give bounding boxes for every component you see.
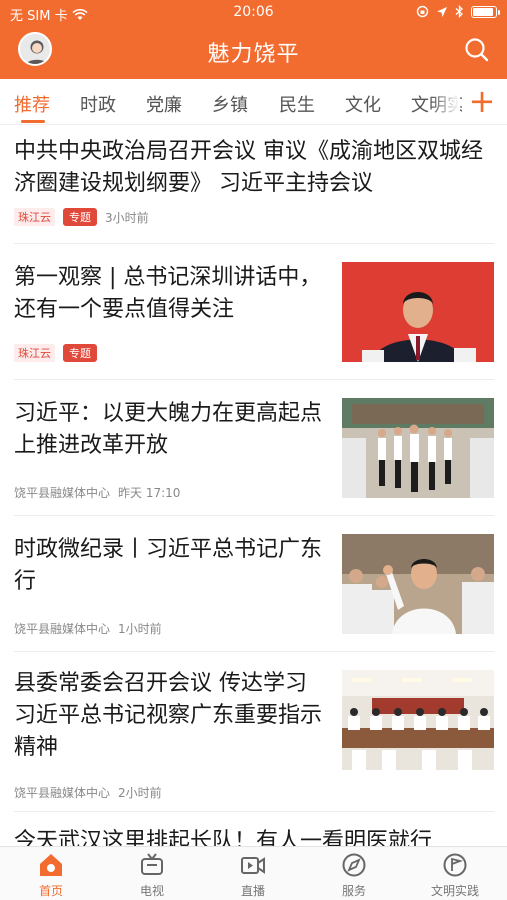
news-thumbnail (342, 534, 494, 634)
status-bar: 无 SIM 卡 20:06 (0, 0, 507, 26)
battery-icon (471, 5, 500, 18)
news-item[interactable]: 时政微纪录丨习近平总书记广东行 饶平县融媒体中心 1小时前 (14, 516, 494, 652)
news-title: 第一观察 | 总书记深圳讲话中，还有一个要点值得关注 (14, 265, 322, 322)
location-icon (437, 6, 447, 17)
special-badge: 专题 (63, 208, 97, 226)
tab-tv[interactable]: 电视 (112, 851, 192, 899)
search-icon (465, 38, 489, 62)
status-icons (416, 5, 500, 18)
tab-service-label: 服务 (341, 884, 366, 898)
home-icon (40, 854, 62, 876)
source-tag: 珠江云 (14, 208, 55, 226)
news-title: 中共中央政治局召开会议 审议《成渝地区双城经济圈建设规划纲要》 习近平主持会议 (14, 139, 483, 196)
news-meta: 饶平县融媒体中心 2小时前 (14, 784, 162, 801)
flag-icon (443, 853, 467, 877)
news-meta: 珠江云 专题 3小时前 (14, 208, 149, 226)
tab-service[interactable]: 服务 (314, 851, 394, 899)
tv-icon (141, 853, 163, 875)
compass-icon (342, 853, 366, 877)
add-channel-button[interactable]: + (462, 83, 502, 121)
news-title: 县委常委会召开会议 传达学习习近平总书记视察广东重要指示精神 (14, 671, 323, 760)
rotation-lock-icon (416, 5, 429, 18)
news-feed: 中共中央政治局召开会议 审议《成渝地区双城经济圈建设规划纲要》 习近平主持会议 … (0, 126, 507, 846)
tab-civilization-practice-label: 文明实践 (430, 884, 479, 898)
special-badge: 专题 (63, 344, 97, 362)
news-item[interactable]: 今天武汉这里排起长队！有人一看明医就行 (14, 812, 494, 846)
bluetooth-icon (455, 5, 463, 18)
tab-live[interactable]: 直播 (213, 851, 293, 899)
search-button[interactable] (463, 36, 491, 64)
bottom-tab-bar: 首页 电视 直播 服务 文明实践 (0, 846, 507, 900)
tab-recommend[interactable]: 推荐 (14, 91, 50, 117)
category-tabs: 推荐 时政 党廉 乡镇 民生 文化 文明实 + (0, 79, 507, 125)
tab-tv-label: 电视 (139, 884, 164, 898)
news-title: 今天武汉这里排起长队！有人一看明医就行 (14, 829, 433, 846)
tab-civilization-practice[interactable]: 文明实践 (415, 851, 495, 899)
news-item[interactable]: 县委常委会召开会议 传达学习习近平总书记视察广东重要指示精神 饶平县融媒体中心 … (14, 652, 494, 812)
source-label: 饶平县融媒体中心 (14, 786, 111, 800)
tab-politics[interactable]: 时政 (80, 91, 116, 117)
news-time: 2小时前 (118, 786, 162, 800)
tab-culture[interactable]: 文化 (345, 91, 381, 117)
walking-group-image (342, 398, 494, 498)
source-label: 饶平县融媒体中心 (14, 622, 111, 636)
news-time: 昨天 17:10 (118, 486, 181, 500)
tab-live-label: 直播 (240, 884, 265, 898)
news-title: 习近平：以更大魄力在更高起点上推进改革开放 (14, 401, 323, 458)
news-thumbnail (342, 670, 494, 770)
page-title: 魅力饶平 (207, 42, 300, 67)
news-time: 3小时前 (105, 210, 149, 225)
news-time: 1小时前 (118, 622, 162, 636)
news-thumbnail (342, 262, 494, 362)
tab-towns[interactable]: 乡镇 (212, 91, 248, 117)
news-item[interactable]: 第一观察 | 总书记深圳讲话中，还有一个要点值得关注 珠江云 专题 (14, 244, 494, 380)
tab-fade (430, 79, 460, 123)
tab-livelihood[interactable]: 民生 (279, 91, 315, 117)
source-tag: 珠江云 (14, 344, 55, 362)
news-item[interactable]: 中共中央政治局召开会议 审议《成渝地区双城经济圈建设规划纲要》 习近平主持会议 … (14, 136, 494, 244)
news-item[interactable]: 习近平：以更大魄力在更高起点上推进改革开放 饶平县融媒体中心 昨天 17:10 (14, 380, 494, 516)
news-meta: 饶平县融媒体中心 1小时前 (14, 620, 162, 637)
meeting-room-image (342, 670, 494, 770)
tab-home[interactable]: 首页 (11, 851, 91, 899)
battery-level (473, 7, 494, 16)
active-tab-indicator (21, 120, 45, 123)
tab-home-label: 首页 (38, 884, 63, 898)
portrait-image (342, 262, 494, 362)
news-meta: 饶平县融媒体中心 昨天 17:10 (14, 484, 180, 501)
waving-crowd-image (342, 534, 494, 634)
live-icon (241, 857, 265, 874)
app-header: 魅力饶平 (0, 26, 507, 79)
tab-party[interactable]: 党廉 (146, 91, 182, 117)
source-label: 饶平县融媒体中心 (14, 486, 111, 500)
news-thumbnail (342, 398, 494, 498)
news-title: 时政微纪录丨习近平总书记广东行 (14, 537, 323, 594)
news-meta: 珠江云 专题 (14, 344, 97, 362)
